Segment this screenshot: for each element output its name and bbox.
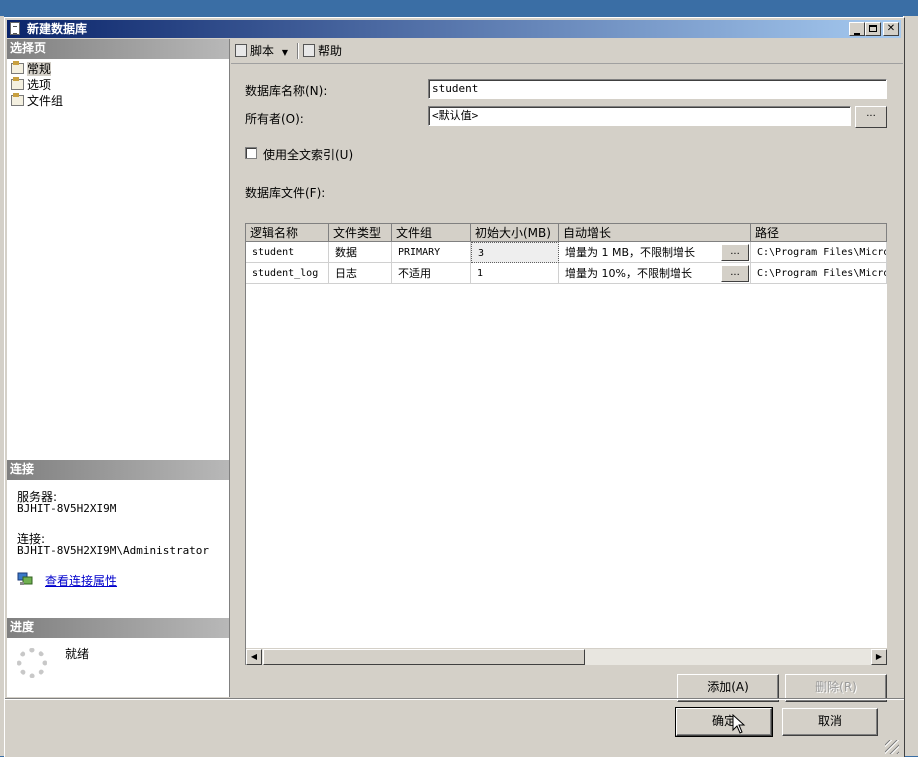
db-name-label: 数据库名称(N): — [245, 84, 328, 98]
mouse-cursor-icon — [732, 714, 746, 734]
cell-initial-size[interactable]: 1 — [471, 263, 559, 284]
scroll-right-icon[interactable]: ▶ — [871, 649, 887, 665]
column-header-file-type[interactable]: 文件类型 — [329, 224, 392, 242]
cell-filegroup[interactable]: PRIMARY — [392, 242, 471, 263]
resize-grip-icon[interactable] — [885, 740, 899, 754]
progress-spinner-icon — [17, 648, 47, 678]
owner-browse-button[interactable]: ... — [855, 106, 887, 128]
page-item-label: 选项 — [27, 78, 52, 92]
connection-value: BJHIT-8V5H2XI9M\Administrator — [17, 544, 210, 557]
page-item-general[interactable]: 常规 — [11, 61, 52, 77]
dropdown-arrow-icon[interactable]: ▼ — [282, 48, 288, 57]
ok-button[interactable]: 确定 — [675, 707, 773, 737]
select-page-header: 选择页 — [7, 39, 229, 59]
script-button[interactable]: 脚本 ▼ — [235, 42, 288, 60]
window-title: 新建数据库 — [27, 22, 88, 36]
view-connection-properties-link[interactable]: 查看连接属性 — [45, 572, 117, 589]
page-item-label: 文件组 — [27, 94, 64, 108]
minimize-button[interactable] — [849, 22, 865, 36]
autogrowth-edit-button[interactable]: ... — [721, 265, 749, 282]
footer-separator — [5, 698, 904, 700]
db-files-label: 数据库文件(F): — [245, 186, 326, 200]
cell-logical-name[interactable]: student_log — [246, 263, 329, 284]
minimize-icon — [854, 33, 860, 35]
connection-properties-icon — [17, 572, 33, 585]
page-icon — [11, 77, 24, 90]
left-pane: 选择页 常规 选项 文件组 连接 服务器: BJHIT-8V5H2XI9M 连接… — [7, 39, 230, 697]
page-icon — [11, 61, 24, 74]
cell-file-type[interactable]: 日志 — [329, 263, 392, 284]
progress-status: 就绪 — [65, 647, 90, 661]
title-bar[interactable]: 新建数据库 ✕ — [7, 20, 901, 38]
maximize-icon — [869, 25, 877, 32]
cell-path[interactable]: C:\Program Files\Micro — [751, 242, 887, 263]
database-files-grid: 逻辑名称 文件类型 文件组 初始大小(MB) 自动增长 路径 student 数… — [245, 223, 887, 665]
general-page: 数据库名称(N): student 所有者(O): <默认值> ... 使用全文… — [231, 64, 903, 702]
help-icon — [303, 44, 315, 57]
script-label: 脚本 — [250, 44, 275, 58]
page-item-label: 常规 — [27, 62, 52, 76]
column-header-autogrowth[interactable]: 自动增长 — [559, 224, 751, 242]
horizontal-scrollbar[interactable]: ◀ ▶ — [246, 648, 887, 665]
fulltext-checkbox[interactable] — [245, 147, 257, 159]
cancel-button[interactable]: 取消 — [782, 708, 878, 736]
close-icon: ✕ — [886, 23, 896, 34]
cell-filegroup[interactable]: 不适用 — [392, 263, 471, 284]
cell-path[interactable]: C:\Program Files\Micro — [751, 263, 887, 284]
autogrowth-edit-button[interactable]: ... — [721, 244, 749, 261]
page-item-options[interactable]: 选项 — [11, 77, 51, 93]
db-name-input[interactable]: student — [428, 79, 887, 99]
server-value: BJHIT-8V5H2XI9M — [17, 502, 117, 515]
progress-header: 进度 — [7, 618, 229, 638]
fulltext-label: 使用全文索引(U) — [263, 148, 354, 162]
cell-initial-size[interactable]: 3 — [471, 242, 559, 263]
cell-file-type[interactable]: 数据 — [329, 242, 392, 263]
help-button[interactable]: 帮助 — [303, 42, 342, 60]
cell-logical-name[interactable]: student — [246, 242, 329, 263]
maximize-button[interactable] — [865, 22, 881, 36]
owner-label: 所有者(O): — [245, 112, 304, 126]
column-header-path[interactable]: 路径 — [751, 224, 887, 242]
toolbar: 脚本 ▼ 帮助 — [231, 39, 903, 64]
column-header-filegroup[interactable]: 文件组 — [392, 224, 471, 242]
scrollbar-thumb[interactable] — [263, 649, 585, 665]
page-item-filegroups[interactable]: 文件组 — [11, 93, 63, 109]
column-header-initial-size[interactable]: 初始大小(MB) — [471, 224, 559, 242]
close-button[interactable]: ✕ — [883, 22, 899, 36]
script-icon — [235, 44, 247, 57]
page-icon — [11, 93, 24, 106]
connection-header: 连接 — [7, 460, 229, 480]
owner-input[interactable]: <默认值> — [428, 106, 851, 126]
background-window-edge — [903, 16, 918, 756]
new-database-dialog: 新建数据库 ✕ 选择页 常规 选项 文件组 连接 服务器: BJHIT-8V5H… — [4, 17, 905, 757]
column-header-logical-name[interactable]: 逻辑名称 — [246, 224, 329, 242]
desktop-background — [0, 0, 918, 16]
database-window-icon — [10, 22, 20, 35]
scroll-left-icon[interactable]: ◀ — [246, 649, 262, 665]
toolbar-separator — [297, 43, 299, 59]
help-label: 帮助 — [318, 44, 343, 58]
